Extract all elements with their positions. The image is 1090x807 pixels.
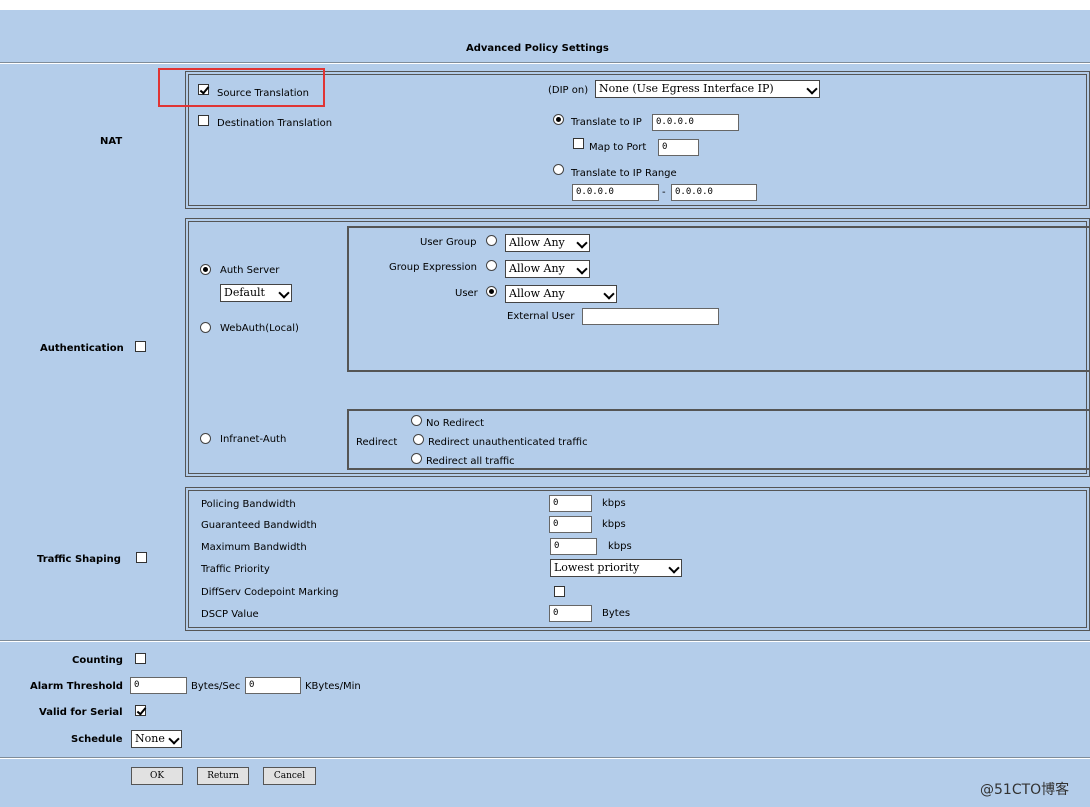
traffic-priority-select[interactable]: Lowest priority [550, 559, 682, 577]
page-title: Advanced Policy Settings [466, 43, 609, 54]
schedule-select-value: None [135, 732, 165, 745]
group-expression-radio[interactable] [486, 260, 497, 271]
infranet-auth-label: Infranet-Auth [220, 434, 287, 445]
redirect-unauthenticated-radio[interactable] [413, 434, 424, 445]
policing-bandwidth-input[interactable]: 0 [549, 495, 592, 512]
group-expression-select[interactable]: Allow Any [505, 260, 590, 278]
guaranteed-bandwidth-label: Guaranteed Bandwidth [201, 520, 317, 531]
watermark: @51CTO博客 [980, 782, 1070, 798]
chevron-down-icon [576, 263, 588, 275]
policing-bandwidth-unit: kbps [602, 498, 626, 509]
chevron-down-icon [278, 287, 290, 299]
user-select-value: Allow Any [509, 287, 565, 300]
ip-range-end-input[interactable]: 0.0.0.0 [671, 184, 757, 201]
authentication-section-label: Authentication [40, 343, 124, 354]
chevron-down-icon [168, 733, 180, 745]
alarm-kbytes-unit: KBytes/Min [305, 681, 361, 692]
dscp-value-input[interactable]: 0 [549, 605, 592, 622]
dip-select[interactable]: None (Use Egress Interface IP) [595, 80, 820, 98]
maximum-bandwidth-input[interactable]: 0 [550, 538, 597, 555]
diffserv-checkbox[interactable] [554, 586, 565, 597]
map-to-port-checkbox[interactable] [573, 138, 584, 149]
auth-server-select-value: Default [224, 286, 265, 299]
destination-translation-checkbox[interactable] [198, 115, 209, 126]
authentication-checkbox[interactable] [135, 341, 146, 352]
chevron-down-icon [576, 237, 588, 249]
user-group-select[interactable]: Allow Any [505, 234, 590, 252]
schedule-select[interactable]: None [131, 730, 182, 748]
translate-to-ip-radio[interactable] [553, 114, 564, 125]
maximum-bandwidth-label: Maximum Bandwidth [201, 542, 307, 553]
traffic-priority-label: Traffic Priority [201, 564, 270, 575]
chevron-down-icon [603, 288, 615, 300]
redirect-unauthenticated-label: Redirect unauthenticated traffic [428, 437, 588, 448]
alarm-kbytes-input[interactable]: 0 [245, 677, 301, 694]
schedule-label: Schedule [71, 734, 123, 745]
dip-select-value: None (Use Egress Interface IP) [599, 82, 774, 95]
bottom-divider [0, 757, 1090, 759]
auth-server-radio[interactable] [200, 264, 211, 275]
ip-range-separator: - [662, 187, 666, 198]
diffserv-label: DiffServ Codepoint Marking [201, 587, 339, 598]
chevron-down-icon [806, 83, 818, 95]
maximum-bandwidth-unit: kbps [608, 541, 632, 552]
alarm-threshold-label: Alarm Threshold [30, 681, 123, 692]
webauth-local-label: WebAuth(Local) [220, 323, 299, 334]
external-user-input[interactable] [582, 308, 719, 325]
ip-range-start-input[interactable]: 0.0.0.0 [572, 184, 659, 201]
redirect-all-radio[interactable] [411, 453, 422, 464]
infranet-auth-radio[interactable] [200, 433, 211, 444]
webauth-local-radio[interactable] [200, 322, 211, 333]
user-select[interactable]: Allow Any [505, 285, 617, 303]
shaping-divider [0, 640, 1090, 642]
no-redirect-radio[interactable] [411, 415, 422, 426]
auth-server-select[interactable]: Default [220, 284, 292, 302]
counting-checkbox[interactable] [135, 653, 146, 664]
translate-to-ip-range-radio[interactable] [553, 164, 564, 175]
counting-label: Counting [72, 655, 123, 666]
dip-on-label: (DIP on) [548, 85, 589, 96]
return-button[interactable]: Return [197, 767, 249, 785]
dscp-value-unit: Bytes [602, 608, 631, 619]
dscp-value-label: DSCP Value [201, 609, 259, 620]
valid-for-serial-label: Valid for Serial [39, 707, 123, 718]
group-expression-label: Group Expression [389, 262, 477, 273]
user-group-radio[interactable] [486, 235, 497, 246]
nat-section-label: NAT [100, 136, 123, 147]
policing-bandwidth-label: Policing Bandwidth [201, 499, 296, 510]
chevron-down-icon [668, 562, 680, 574]
no-redirect-label: No Redirect [426, 418, 485, 429]
group-expression-select-value: Allow Any [509, 262, 565, 275]
redirect-all-label: Redirect all traffic [426, 456, 515, 467]
external-user-label: External User [507, 311, 575, 322]
user-group-label: User Group [420, 237, 477, 248]
translate-to-ip-input[interactable]: 0.0.0.0 [652, 114, 739, 131]
cancel-button[interactable]: Cancel [263, 767, 316, 785]
top-strip [0, 0, 1090, 10]
source-translation-highlight [158, 68, 325, 107]
map-to-port-input[interactable]: 0 [658, 139, 699, 156]
alarm-bytes-input[interactable]: 0 [130, 677, 187, 694]
translate-to-ip-label: Translate to IP [571, 117, 642, 128]
user-radio[interactable] [486, 286, 497, 297]
alarm-bytes-unit: Bytes/Sec [191, 681, 241, 692]
map-to-port-label: Map to Port [589, 142, 647, 153]
traffic-priority-select-value: Lowest priority [554, 561, 640, 574]
ok-button[interactable]: OK [131, 767, 183, 785]
traffic-shaping-checkbox[interactable] [136, 552, 147, 563]
destination-translation-label: Destination Translation [217, 118, 333, 129]
traffic-shaping-section-label: Traffic Shaping [37, 554, 121, 565]
valid-for-serial-checkbox[interactable] [135, 705, 146, 716]
user-label: User [455, 288, 478, 299]
guaranteed-bandwidth-input[interactable]: 0 [549, 516, 592, 533]
auth-server-label: Auth Server [220, 265, 280, 276]
redirect-label: Redirect [356, 437, 398, 448]
title-divider [0, 62, 1090, 64]
translate-to-ip-range-label: Translate to IP Range [571, 168, 677, 179]
user-group-select-value: Allow Any [509, 236, 565, 249]
guaranteed-bandwidth-unit: kbps [602, 519, 626, 530]
